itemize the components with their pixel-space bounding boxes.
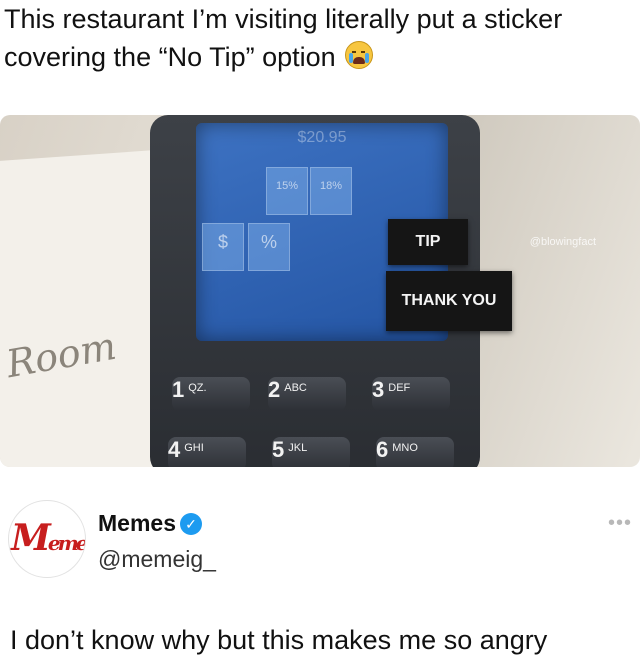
tip-option-18: 18% xyxy=(310,167,352,215)
caption-line-2-text: covering the “No Tip” option xyxy=(4,42,336,72)
key-6-letters: MNO xyxy=(392,442,418,454)
key-3-letters: DEF xyxy=(388,382,411,394)
screen-amount: $20.95 xyxy=(297,129,347,146)
key-2-letters: ABC xyxy=(284,382,307,394)
key-5-number: 5 xyxy=(272,437,285,462)
key-1-letters: QZ. xyxy=(188,382,207,394)
caption-line-2: covering the “No Tip” option xyxy=(4,38,638,76)
key-1-number: 1 xyxy=(172,377,185,402)
key-5: 5 JKL xyxy=(272,437,350,467)
tip-sticker: TIP xyxy=(388,219,468,265)
avatar[interactable]: Memes xyxy=(8,500,86,578)
key-4-number: 4 xyxy=(168,437,181,462)
caption-line-1: This restaurant I’m visiting literally p… xyxy=(4,4,563,34)
key-6-number: 6 xyxy=(376,437,389,462)
loudly-crying-face-icon xyxy=(345,41,374,69)
key-3: 3 DEF xyxy=(372,377,450,411)
custom-dollar-option: $ xyxy=(202,223,244,271)
image-watermark: @blowingfact xyxy=(529,236,596,248)
tweet-text: I don’t know why but this makes me so an… xyxy=(10,625,548,655)
custom-percent-option: % xyxy=(248,223,290,271)
post-caption: This restaurant I’m visiting literally p… xyxy=(4,0,638,76)
key-2-number: 2 xyxy=(268,377,281,402)
key-2: 2 ABC xyxy=(268,377,346,411)
key-6: 6 MNO xyxy=(376,437,454,467)
memes-logo: Memes xyxy=(11,517,86,559)
key-4: 4 GHI xyxy=(168,437,246,467)
terminal-screen: $20.95 15% 18% $ % TIP THANK YOU xyxy=(196,123,512,341)
key-4-letters: GHI xyxy=(184,442,204,454)
key-1: 1 QZ. xyxy=(172,377,250,411)
author-name[interactable]: Memes xyxy=(98,510,176,537)
post-image[interactable]: Room $20.95 15% 18% $ % TIP THANK YOU 1Q… xyxy=(0,115,640,467)
key-3-number: 3 xyxy=(372,377,385,402)
key-5-letters: JKL xyxy=(288,442,308,454)
payment-terminal: $20.95 15% 18% $ % TIP THANK YOU 1 QZ. 2A… xyxy=(150,115,512,467)
author-handle[interactable]: @memeig_ xyxy=(98,546,216,573)
verified-badge-icon: ✓ xyxy=(180,513,202,535)
tip-option-15: 15% xyxy=(266,167,308,215)
more-dots-icon[interactable]: ••• xyxy=(608,512,632,535)
thank-you-sticker: THANK YOU xyxy=(386,271,512,331)
